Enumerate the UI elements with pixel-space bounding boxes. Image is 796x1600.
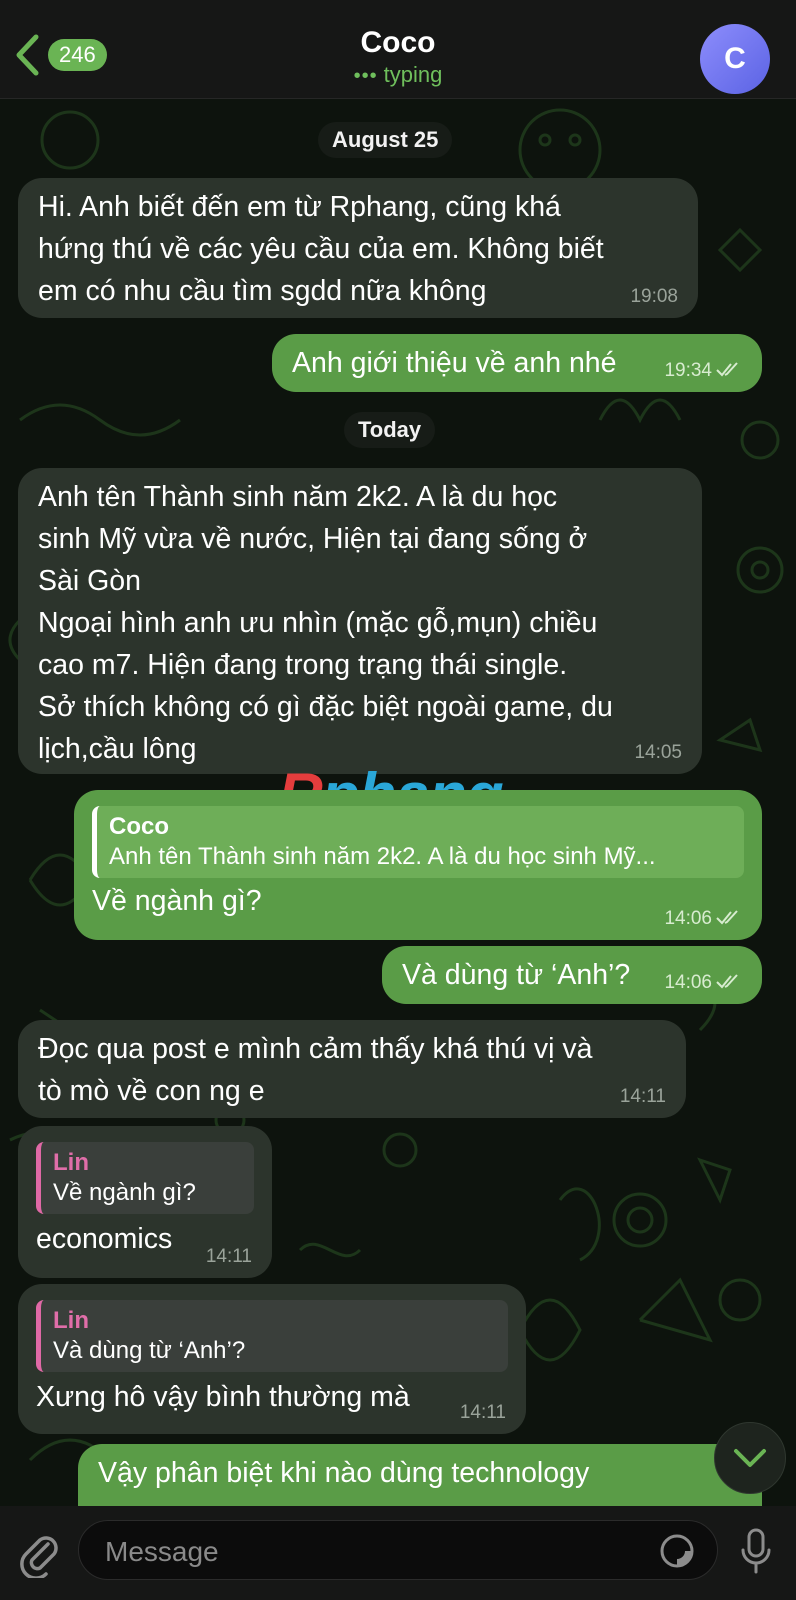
microphone-icon[interactable] [738, 1526, 774, 1578]
message-text-line: Ngoại hình anh ưu nhìn (mặc gỗ,mụn) chiề… [38, 607, 598, 639]
reply-snippet: Anh tên Thành sinh năm 2k2. A là du học … [109, 843, 656, 870]
message-bubble-incoming[interactable]: Lin Và dùng từ ‘Anh’? Xưng hô vậy bình t… [18, 1284, 526, 1434]
message-time: 14:05 [634, 742, 682, 763]
message-bubble-incoming[interactable]: Đọc qua post e mình cảm thấy khá thú vị … [18, 1020, 686, 1118]
reply-quote[interactable]: Coco Anh tên Thành sinh năm 2k2. A là du… [92, 806, 744, 878]
message-time: 14:06 [664, 908, 712, 929]
reply-author: Coco [109, 813, 169, 840]
reply-snippet: Và dùng từ ‘Anh’? [53, 1337, 246, 1364]
sticker-icon[interactable] [659, 1533, 695, 1569]
message-text-line: hứng thú về các yêu cầu của em. Không bi… [38, 233, 604, 265]
message-text-line: Đọc qua post e mình cảm thấy khá thú vị … [38, 1033, 593, 1065]
chevron-down-icon [734, 1449, 766, 1467]
message-input[interactable] [103, 1531, 627, 1573]
message-field[interactable] [78, 1520, 718, 1580]
message-text-line: Về ngành gì? [92, 885, 262, 917]
message-bubble-outgoing[interactable]: Và dùng từ ‘Anh’? 14:06 [382, 946, 762, 1004]
message-time: 19:34 [664, 360, 712, 381]
date-separator: August 25 [318, 122, 453, 158]
message-time-wrap: 14:06 [664, 908, 742, 930]
message-text-line: Sở thích không có gì đặc biệt ngoài game… [38, 691, 613, 723]
message-text-line: Hi. Anh biết đến em từ Rphang, cũng khá [38, 191, 561, 223]
reply-quote[interactable]: Lin Và dùng từ ‘Anh’? [36, 1300, 508, 1372]
reply-snippet: Về ngành gì? [53, 1179, 196, 1206]
message-time-wrap: 14:06 [664, 972, 742, 994]
message-input-bar [0, 1506, 796, 1600]
message-text-line: Vậy phân biệt khi nào dùng technology [98, 1457, 590, 1489]
message-time: 14:11 [205, 1246, 252, 1267]
typing-status: ••• typing [0, 62, 796, 88]
message-time: 14:06 [664, 972, 712, 993]
message-text-line: cao m7. Hiện đang trong trạng thái singl… [38, 649, 568, 681]
message-bubble-incoming[interactable]: Lin Về ngành gì? economics 14:11 [18, 1126, 272, 1278]
scroll-down-button[interactable] [714, 1422, 786, 1494]
message-text-line: Sài Gòn [38, 565, 141, 597]
message-bubble-incoming[interactable]: Hi. Anh biết đến em từ Rphang, cũng khá … [18, 178, 698, 318]
message-time: 19:08 [630, 286, 678, 307]
message-bubble-outgoing[interactable]: Coco Anh tên Thành sinh năm 2k2. A là du… [74, 790, 762, 940]
message-text-line: em có nhu cầu tìm sgdd nữa không [38, 275, 487, 307]
message-text-line: Xưng hô vậy bình thường mà [36, 1381, 410, 1413]
message-bubble-incoming[interactable]: Anh tên Thành sinh năm 2k2. A là du học … [18, 468, 702, 774]
double-check-icon [716, 362, 738, 377]
paperclip-icon[interactable] [18, 1530, 60, 1578]
avatar[interactable]: C [700, 24, 770, 94]
message-time: 14:11 [459, 1402, 506, 1423]
message-bubble-outgoing[interactable]: Anh giới thiệu về anh nhé 19:34 [272, 334, 762, 392]
message-text-line: sinh Mỹ vừa về nước, Hiện tại đang sống … [38, 523, 588, 555]
reply-quote[interactable]: Lin Về ngành gì? [36, 1142, 254, 1214]
date-separator: Today [344, 412, 436, 448]
message-text-line: tò mò về con ng e [38, 1075, 265, 1107]
reply-author: Lin [53, 1307, 89, 1334]
chat-title[interactable]: Coco [0, 26, 796, 60]
typing-dots-icon: ••• [353, 65, 378, 87]
message-time-wrap: 19:34 [664, 360, 742, 382]
status-text: typing [383, 62, 443, 87]
message-time: 14:11 [619, 1086, 666, 1107]
chat-header: 246 Coco ••• typing C [0, 0, 796, 99]
message-text-line: Anh tên Thành sinh năm 2k2. A là du học [38, 481, 558, 513]
double-check-icon [716, 910, 738, 925]
reply-author: Lin [53, 1149, 89, 1176]
double-check-icon [716, 974, 738, 989]
